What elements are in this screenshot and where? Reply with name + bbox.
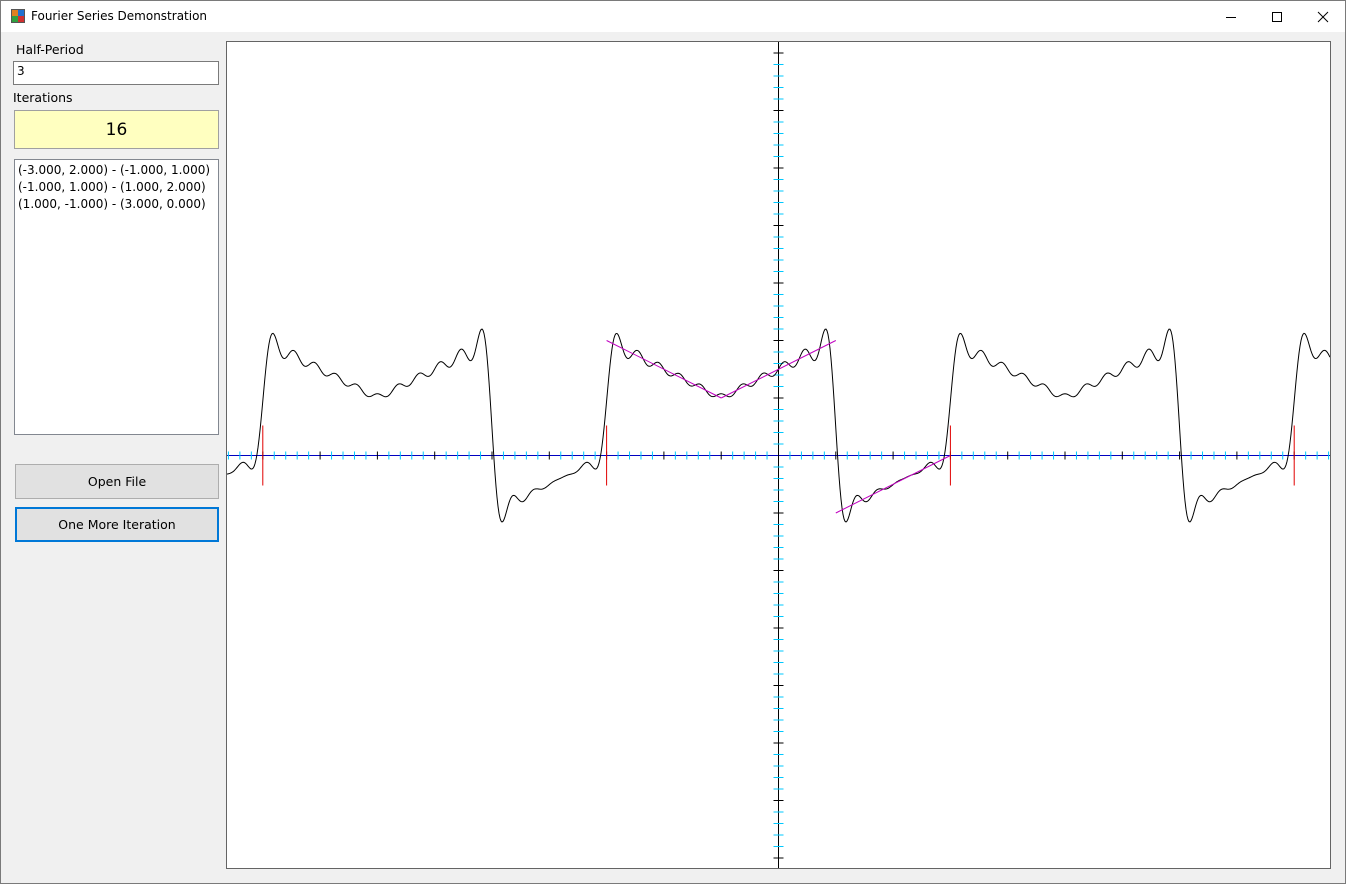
window-title: Fourier Series Demonstration: [31, 9, 208, 23]
plot-area: [226, 41, 1331, 869]
maximize-icon: [1272, 11, 1282, 22]
fourier-plot: [227, 42, 1330, 868]
iterations-display: 16: [14, 110, 219, 149]
function-segment: [606, 340, 722, 399]
list-item[interactable]: (-1.000, 1.000) - (1.000, 2.000): [18, 179, 215, 196]
close-button[interactable]: [1300, 1, 1346, 32]
list-item[interactable]: (-3.000, 2.000) - (-1.000, 1.000): [18, 162, 215, 179]
open-file-button[interactable]: Open File: [15, 464, 219, 499]
app-icon: [11, 9, 25, 23]
list-item[interactable]: (1.000, -1.000) - (3.000, 0.000): [18, 196, 215, 213]
iterations-label: Iterations: [13, 90, 73, 105]
function-segment: [835, 455, 951, 514]
main-window: Fourier Series Demonstration Half-Period…: [0, 0, 1346, 884]
title-bar: Fourier Series Demonstration: [1, 1, 1345, 32]
maximize-button[interactable]: [1254, 1, 1300, 32]
half-period-input[interactable]: 3: [13, 61, 219, 85]
half-period-label: Half-Period: [16, 42, 84, 57]
minimize-button[interactable]: [1208, 1, 1254, 32]
segments-listbox[interactable]: (-3.000, 2.000) - (-1.000, 1.000) (-1.00…: [14, 159, 219, 435]
minimize-icon: [1226, 16, 1236, 18]
close-icon: [1317, 11, 1329, 22]
one-more-iteration-button[interactable]: One More Iteration: [15, 507, 219, 542]
